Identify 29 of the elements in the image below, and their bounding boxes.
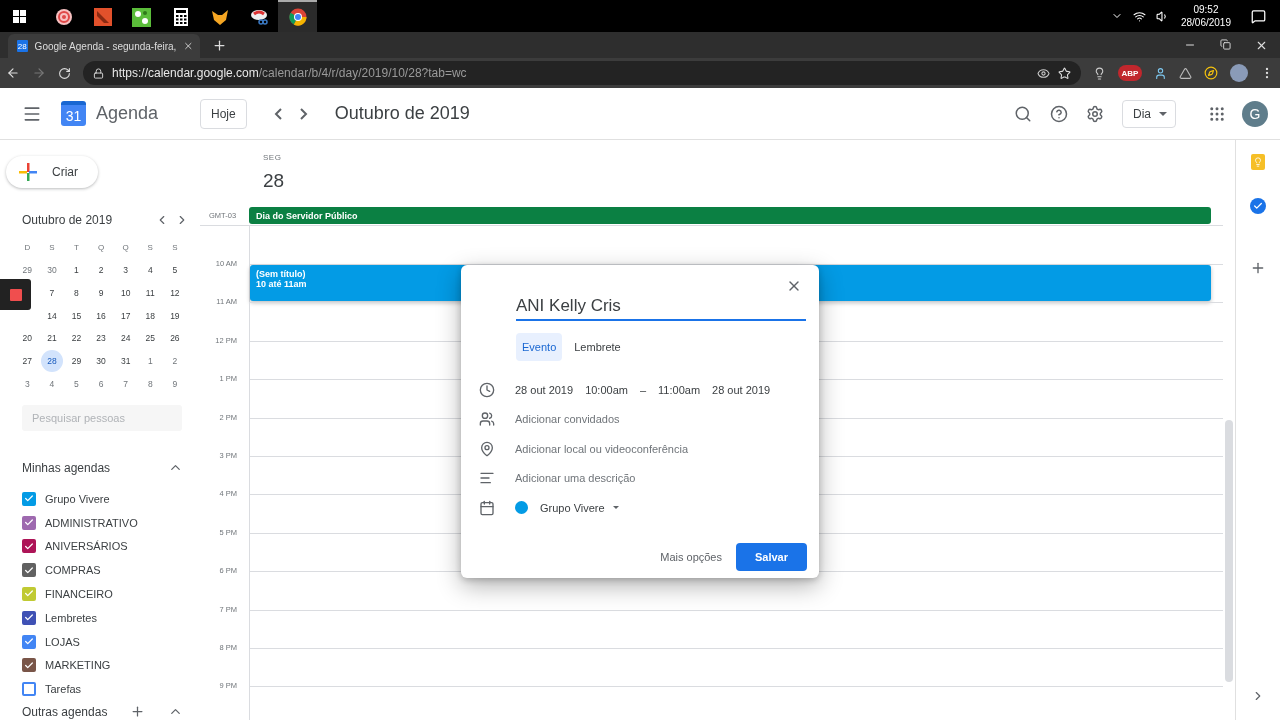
weekday-label: SEG <box>263 153 283 162</box>
mini-calendar-title: Outubro de 2019 <box>22 212 114 227</box>
calendar-label: FINANCEIRO <box>45 587 113 600</box>
calendar-label: LOJAS <box>45 635 80 648</box>
period-title: Outubro de 2019 <box>334 103 470 124</box>
calendar-logo: 31 <box>61 101 86 126</box>
calendar-label: Grupo Vivere <box>45 492 110 505</box>
calendar-label: Tarefas <box>45 683 82 696</box>
calendar-label: Lembretes <box>45 611 97 624</box>
calendar-label: ANIVERSÁRIOS <box>45 540 128 553</box>
weekday-label: D <box>23 242 32 255</box>
weekday-label: Q <box>96 242 106 255</box>
calendar-label: COMPRAS <box>45 564 101 577</box>
app-title: Agenda <box>96 103 160 124</box>
event-time: 10 até 11am <box>256 279 307 289</box>
time-separator: – <box>639 383 647 396</box>
tab-title: Google Agenda - segunda-feira, <box>34 40 177 52</box>
url-text: https://calendar.google.com/calendar/b/4/r/day/2019/10/28?tab=wc <box>112 66 468 80</box>
weekday-label: T <box>73 242 80 255</box>
section-title: Outras agendas <box>22 705 109 719</box>
event-title: (Sem título) <box>256 269 306 279</box>
section-title: Minhas agendas <box>22 460 112 475</box>
calendar-label: ADMINISTRATIVO <box>45 516 138 529</box>
weekday-label: Q <box>121 242 130 255</box>
calendar-label: MARKETING <box>45 659 111 672</box>
weekday-label: S <box>48 242 56 255</box>
weekday-label: S <box>146 242 154 255</box>
weekday-label: S <box>171 242 179 255</box>
favicon: 28 <box>17 40 28 52</box>
